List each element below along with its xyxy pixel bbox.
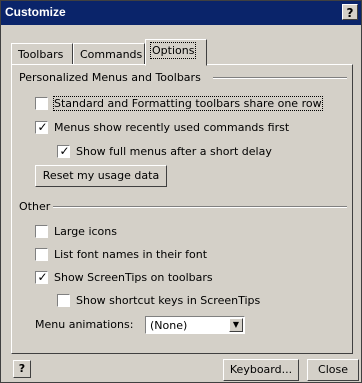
tab-options-label: Options <box>149 42 197 59</box>
help-icon-button[interactable]: ? <box>13 360 31 378</box>
recent-first-label: Menus show recently used commands first <box>54 120 290 134</box>
full-menus-option[interactable]: ✓ Show full menus after a short delay <box>57 144 272 158</box>
dialog-title: Customize <box>5 5 66 19</box>
keyboard-button[interactable]: Keyboard... <box>223 359 299 381</box>
shortcut-keys-label: Show shortcut keys in ScreenTips <box>76 293 261 307</box>
recent-first-checkbox[interactable]: ✓ <box>35 119 48 134</box>
menu-animations-select[interactable]: (None) ▼ <box>145 316 245 334</box>
other-group-divider <box>53 206 347 208</box>
shortcut-keys-option[interactable]: Show shortcut keys in ScreenTips <box>57 293 260 307</box>
recent-first-option[interactable]: ✓ Menus show recently used commands firs… <box>35 120 289 134</box>
reset-usage-data-button[interactable]: Reset my usage data <box>35 165 167 187</box>
title-help-button[interactable]: ? <box>342 4 358 20</box>
menu-animations-value: (None) <box>150 319 188 332</box>
large-icons-checkbox[interactable] <box>35 224 48 238</box>
full-menus-checkbox[interactable]: ✓ <box>57 143 70 158</box>
share-row-option[interactable]: Standard and Formatting toolbars share o… <box>35 95 323 111</box>
tab-toolbars[interactable]: Toolbars <box>11 43 73 65</box>
other-group-title: Other <box>19 200 51 213</box>
chevron-down-icon[interactable]: ▼ <box>229 318 243 332</box>
font-names-checkbox[interactable] <box>35 247 48 261</box>
font-names-label: List font names in their font <box>54 247 208 261</box>
font-names-option[interactable]: List font names in their font <box>35 247 207 261</box>
share-row-checkbox[interactable] <box>35 96 48 110</box>
personalized-group-title: Personalized Menus and Toolbars <box>19 71 201 84</box>
tab-commands-label: Commands <box>80 48 143 61</box>
screentips-label: Show ScreenTips on toolbars <box>54 270 213 284</box>
screentips-option[interactable]: ✓ Show ScreenTips on toolbars <box>35 270 213 284</box>
check-mark-icon: ✓ <box>37 269 48 284</box>
screentips-checkbox[interactable]: ✓ <box>35 269 48 284</box>
full-menus-label: Show full menus after a short delay <box>76 144 272 158</box>
large-icons-option[interactable]: Large icons <box>35 224 117 238</box>
title-bar: Customize ? <box>1 1 361 25</box>
tab-options[interactable]: Options <box>145 39 207 66</box>
personalized-group-divider <box>213 77 347 79</box>
tab-toolbars-label: Toolbars <box>18 48 64 61</box>
shortcut-keys-checkbox[interactable] <box>57 293 70 307</box>
close-button[interactable]: Close <box>307 359 359 381</box>
check-mark-icon: ✓ <box>37 119 48 134</box>
large-icons-label: Large icons <box>54 224 117 238</box>
customize-dialog: Customize ? Toolbars Commands Options Pe… <box>0 0 362 383</box>
share-row-label: Standard and Formatting toolbars share o… <box>53 95 323 111</box>
check-mark-icon: ✓ <box>59 143 70 158</box>
menu-animations-label: Menu animations: <box>35 318 134 331</box>
tab-commands[interactable]: Commands <box>73 43 145 65</box>
